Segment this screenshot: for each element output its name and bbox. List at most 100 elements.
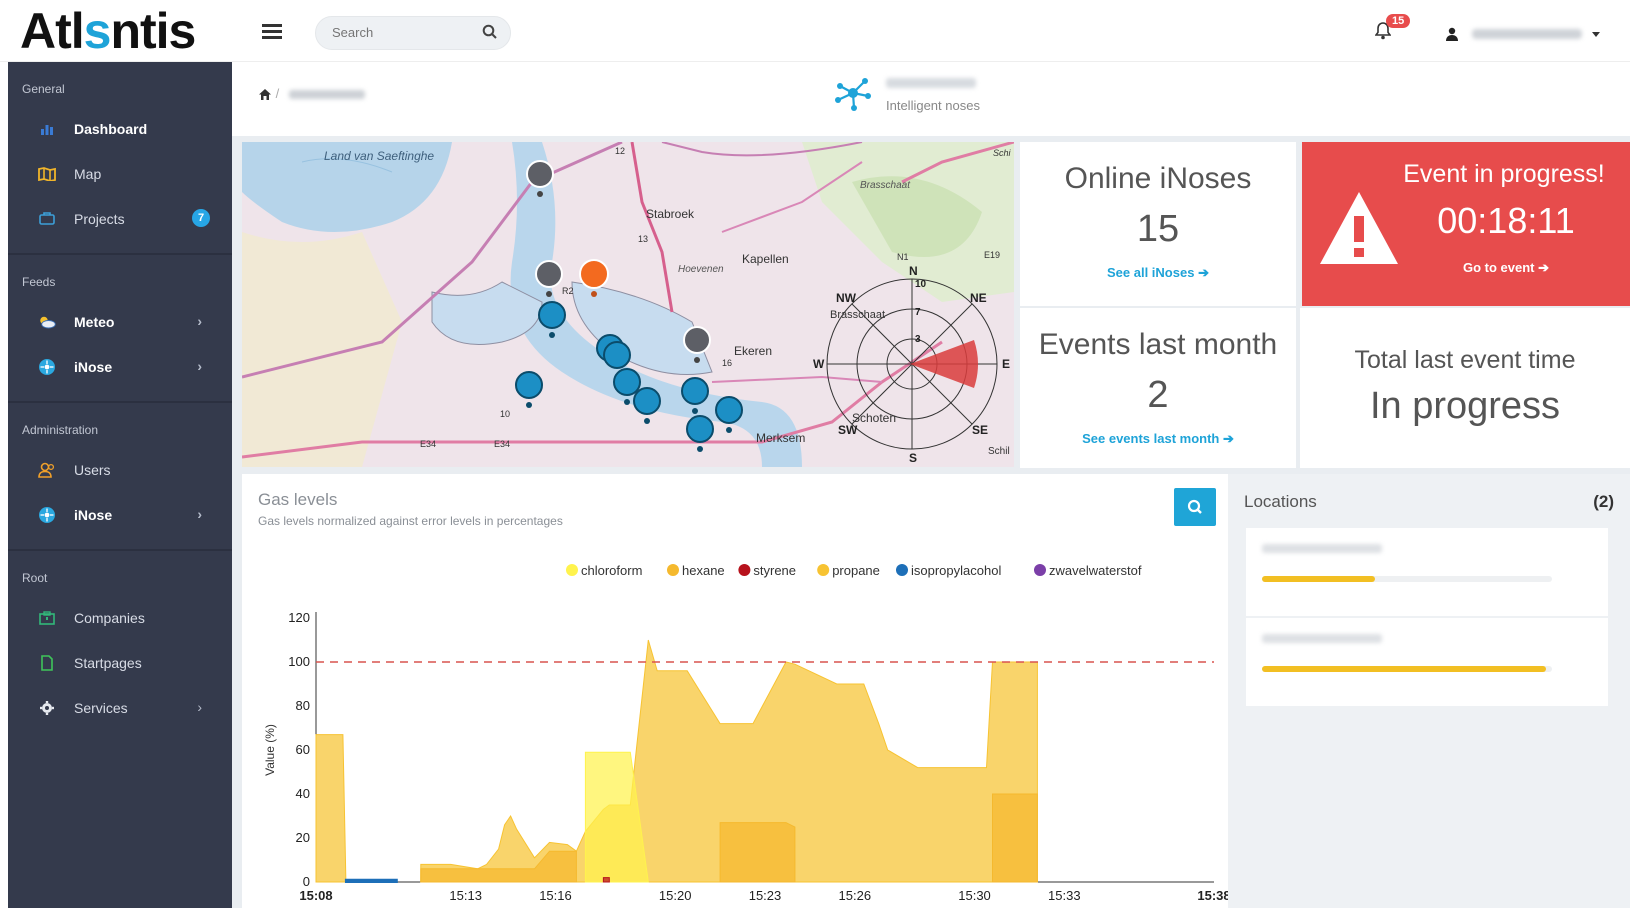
x-tick-label: 15:33 — [1048, 888, 1081, 903]
legend-swatch — [896, 564, 908, 576]
x-tick-label: 15:08 — [299, 888, 332, 903]
breadcrumb-current-redacted[interactable] — [288, 90, 365, 100]
map-icon — [38, 165, 56, 183]
legend-label: zwavelwaterstof — [1049, 563, 1142, 578]
sidebar-item-map[interactable]: Map — [8, 151, 232, 196]
sidebar-item-users[interactable]: Users — [8, 447, 232, 492]
home-icon[interactable] — [258, 88, 272, 101]
legend-swatch — [566, 564, 578, 576]
sidebar-item-label: Map — [74, 165, 102, 182]
sidebar-item-dashboard[interactable]: Dashboard — [8, 106, 232, 151]
legend-swatch — [1034, 564, 1046, 576]
x-tick-label: 15:16 — [539, 888, 572, 903]
y-tick-label: 60 — [296, 742, 310, 757]
ring-label: 7 — [915, 307, 921, 318]
location-item[interactable] — [1246, 528, 1608, 616]
weather-icon — [38, 313, 56, 331]
sidebar-item-startpages[interactable]: Startpages — [8, 640, 232, 685]
sidebar-item-companies[interactable]: Companies — [8, 595, 232, 640]
chevron-down-icon — [1591, 31, 1600, 37]
menu-toggle-icon[interactable] — [262, 24, 282, 40]
see-events-last-month-link[interactable]: See events last month ➔ — [1020, 431, 1296, 447]
y-tick-label: 100 — [288, 654, 310, 669]
user-name-redacted — [1471, 29, 1582, 40]
series-area-hexane — [991, 793, 1038, 883]
notification-badge[interactable]: 15 — [1386, 14, 1411, 28]
road-label: R2 — [562, 286, 574, 296]
briefcase-icon — [38, 210, 56, 228]
sidebar-item-projects[interactable]: Projects 7 — [8, 196, 232, 241]
chevron-right-icon: › — [197, 506, 202, 522]
location-level-bar — [1262, 666, 1552, 672]
top-bar: Atlsntis 15 — [0, 0, 1630, 62]
sidebar-item-label: Projects — [74, 210, 125, 227]
road-label: 13 — [638, 234, 648, 244]
location-name-redacted — [1262, 634, 1382, 643]
y-tick-label: 0 — [303, 874, 310, 889]
x-tick-label: 15:38 — [1197, 888, 1228, 903]
total-event-time-value: In progress — [1369, 385, 1561, 427]
series-area-isopropylacohol — [344, 878, 398, 883]
events-last-month-value: 2 — [1147, 374, 1169, 416]
legend-swatch — [817, 564, 830, 576]
place-label: Ekeren — [734, 344, 772, 358]
user-icon — [1446, 28, 1458, 42]
chevron-right-icon: › — [197, 313, 202, 329]
sidebar-item-inose-admin[interactable]: iNose › — [8, 492, 232, 537]
ring-label: 3 — [915, 334, 921, 345]
x-tick-label: 15:23 — [749, 888, 782, 903]
users-icon — [38, 461, 56, 479]
road-label: 10 — [500, 409, 510, 419]
go-to-event-link[interactable]: Go to event ➔ — [1386, 260, 1626, 276]
file-icon — [38, 654, 56, 672]
series-area-propane — [315, 734, 347, 883]
project-subtitle: Intelligent noses — [886, 98, 980, 113]
chevron-right-icon: › — [197, 358, 202, 374]
sidebar-item-meteo[interactable]: Meteo › — [8, 299, 232, 344]
place-label: Land van Saeftinghe — [324, 149, 434, 163]
see-all-inoses-link[interactable]: See all iNoses ➔ — [1020, 265, 1296, 281]
online-inoses-title: Online iNoses — [1064, 162, 1252, 195]
y-tick-label: 120 — [288, 610, 310, 625]
location-item[interactable] — [1246, 618, 1608, 706]
app-logo[interactable]: Atlsntis — [20, 2, 196, 60]
project-header: Intelligent noses — [832, 72, 980, 119]
wind-rose: N NE E SE S SW W NW 10 7 3 — [813, 264, 1010, 465]
sidebar-item-label: iNose — [74, 358, 113, 375]
section-feeds: Feeds — [22, 275, 56, 289]
online-inoses-card: Online iNoses 15 See all iNoses ➔ — [1020, 142, 1296, 306]
events-last-month-title: Events last month — [1038, 328, 1278, 361]
total-event-time-card: Total last event time In progress — [1300, 308, 1630, 468]
sidebar-item-inose-feed[interactable]: iNose › — [8, 344, 232, 389]
building-icon — [38, 609, 56, 627]
total-event-time-title: Total last event time — [1354, 346, 1576, 374]
map-canvas[interactable]: Land van Saeftinghe Stabroek Kapellen Ho… — [242, 142, 1014, 467]
sidebar-item-label: Meteo — [74, 313, 115, 330]
main-content: / Intelligent noses Land van Saeftinghe … — [232, 62, 1630, 908]
road-label: 16 — [722, 358, 732, 368]
search-icon[interactable] — [482, 24, 498, 40]
search-input[interactable] — [332, 25, 472, 40]
y-tick-label: 80 — [296, 698, 310, 713]
breadcrumb-bar: / Intelligent noses — [232, 62, 1630, 136]
breadcrumb: / — [258, 86, 365, 101]
user-menu[interactable] — [1446, 25, 1600, 42]
bar-chart-icon — [38, 120, 56, 138]
legend-label: hexane — [682, 563, 725, 578]
series-area-hexane — [719, 822, 796, 883]
section-root: Root — [22, 571, 48, 585]
arrow-right-icon: ➔ — [1223, 431, 1234, 446]
road-label: E19 — [984, 250, 1000, 260]
event-title: Event in progress! — [1403, 160, 1605, 188]
ring-label: 10 — [915, 279, 927, 290]
y-tick-label: 40 — [296, 786, 310, 801]
locations-title: Locations — [1244, 492, 1317, 511]
location-level-fill — [1262, 576, 1376, 582]
x-tick-label: 15:13 — [449, 888, 482, 903]
place-label: Hoevenen — [678, 264, 724, 275]
section-general: General — [22, 82, 65, 96]
sidebar-item-services[interactable]: Services › — [8, 685, 232, 730]
compass-label: SW — [838, 423, 858, 437]
place-label: Merksem — [756, 431, 805, 445]
map-view[interactable]: Land van Saeftinghe Stabroek Kapellen Ho… — [242, 142, 1014, 467]
